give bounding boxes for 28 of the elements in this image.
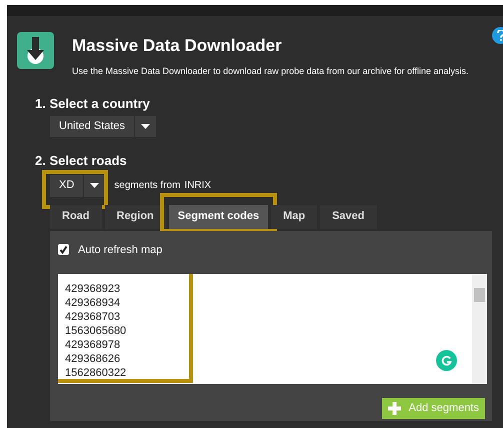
- app-description: Use the Massive Data Downloader to download raw probe data from our archive for offline analysis.: [72, 65, 469, 78]
- tab[interactable]: Road: [50, 204, 102, 228]
- app-title: Massive Data Downloader: [72, 36, 283, 56]
- segment-codes-field[interactable]: 429368923 429368934 429368703 1563065680 429368978 429368626 1562860322: [58, 274, 487, 384]
- tab[interactable]: Saved: [320, 204, 377, 228]
- segment-code: 429368923: [65, 282, 120, 296]
- download-icon: [17, 32, 54, 69]
- segment-code: 429368978: [65, 338, 120, 352]
- segment-code: 1563065680: [65, 324, 126, 338]
- checkbox-label: Auto refresh map: [78, 242, 162, 258]
- tab[interactable]: Segment codes: [168, 204, 268, 228]
- checkbox[interactable]: [58, 244, 69, 256]
- step-heading: 1. Select a country: [35, 94, 151, 113]
- caret-icon: [141, 124, 150, 129]
- segment-code: 1562860322: [65, 366, 126, 380]
- tab[interactable]: Map: [271, 204, 318, 228]
- step-heading: 2. Select roads: [35, 152, 128, 170]
- caret-icon: [90, 183, 100, 188]
- segment-code: 429368626: [65, 352, 120, 366]
- country-select[interactable]: United States: [50, 116, 156, 137]
- segment-code: 429368703: [65, 310, 120, 324]
- segment-code: 429368934: [65, 296, 120, 310]
- source-label: segments from: [114, 179, 180, 193]
- tab[interactable]: Region: [104, 204, 166, 228]
- road-type-select[interactable]: XD: [50, 174, 106, 196]
- source-name: INRIX: [184, 179, 212, 193]
- plus-icon: [388, 402, 401, 415]
- scrollbar[interactable]: [472, 274, 487, 384]
